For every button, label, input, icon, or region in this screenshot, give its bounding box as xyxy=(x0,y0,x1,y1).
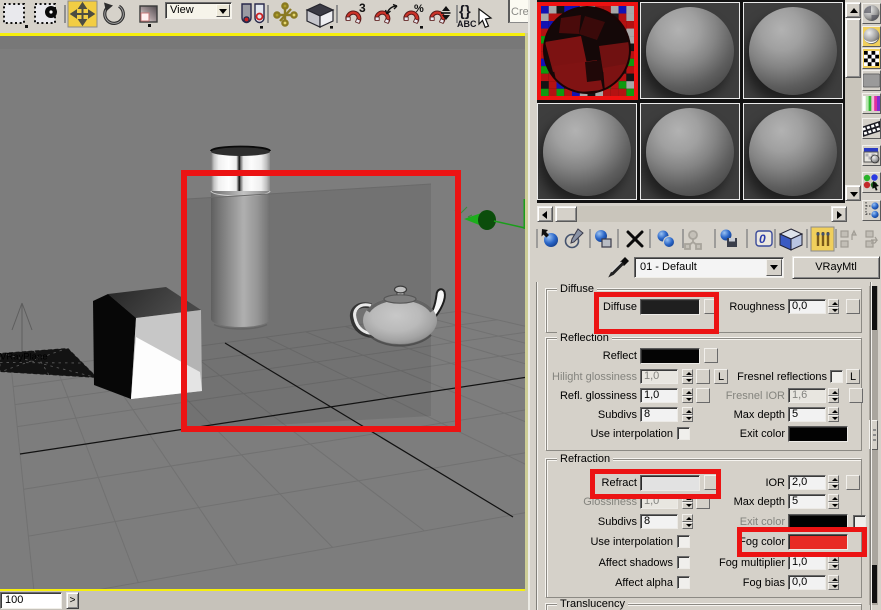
svg-text:0: 0 xyxy=(759,232,766,246)
svg-text:VRayPlane: VRayPlane xyxy=(0,352,48,363)
svg-text:ABC: ABC xyxy=(457,19,477,29)
svg-text:3: 3 xyxy=(359,1,366,15)
svg-text:Cre: Cre xyxy=(511,6,528,18)
svg-text:{}: {} xyxy=(459,3,471,20)
svg-text:%: % xyxy=(414,3,424,15)
